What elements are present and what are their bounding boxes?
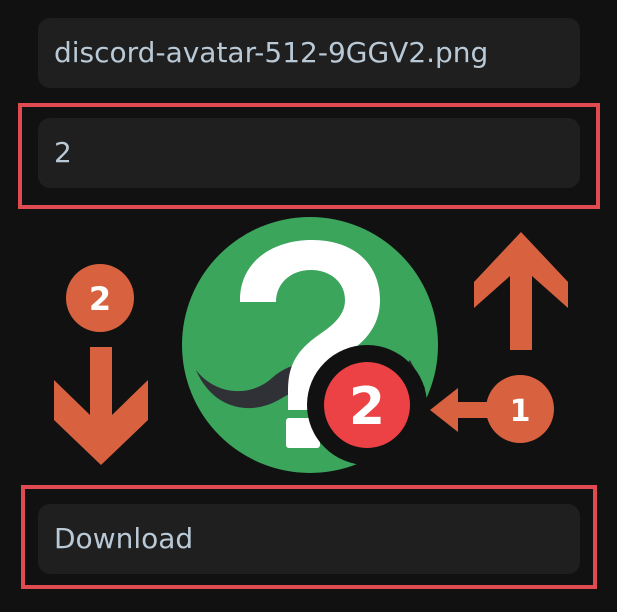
right-annotation: 1	[430, 375, 554, 443]
discord-default-avatar-icon: 2	[182, 217, 438, 473]
avatar-illustration: 2 2 1	[54, 217, 568, 473]
arrow-up-icon	[474, 232, 568, 350]
avatar-badge-count: 2	[349, 377, 385, 437]
arrow-left-icon	[430, 388, 492, 432]
left-annotation: 2	[54, 264, 148, 465]
arrow-down-icon	[54, 347, 148, 465]
left-badge-number: 2	[89, 280, 111, 318]
right-badge-number: 1	[510, 394, 531, 429]
